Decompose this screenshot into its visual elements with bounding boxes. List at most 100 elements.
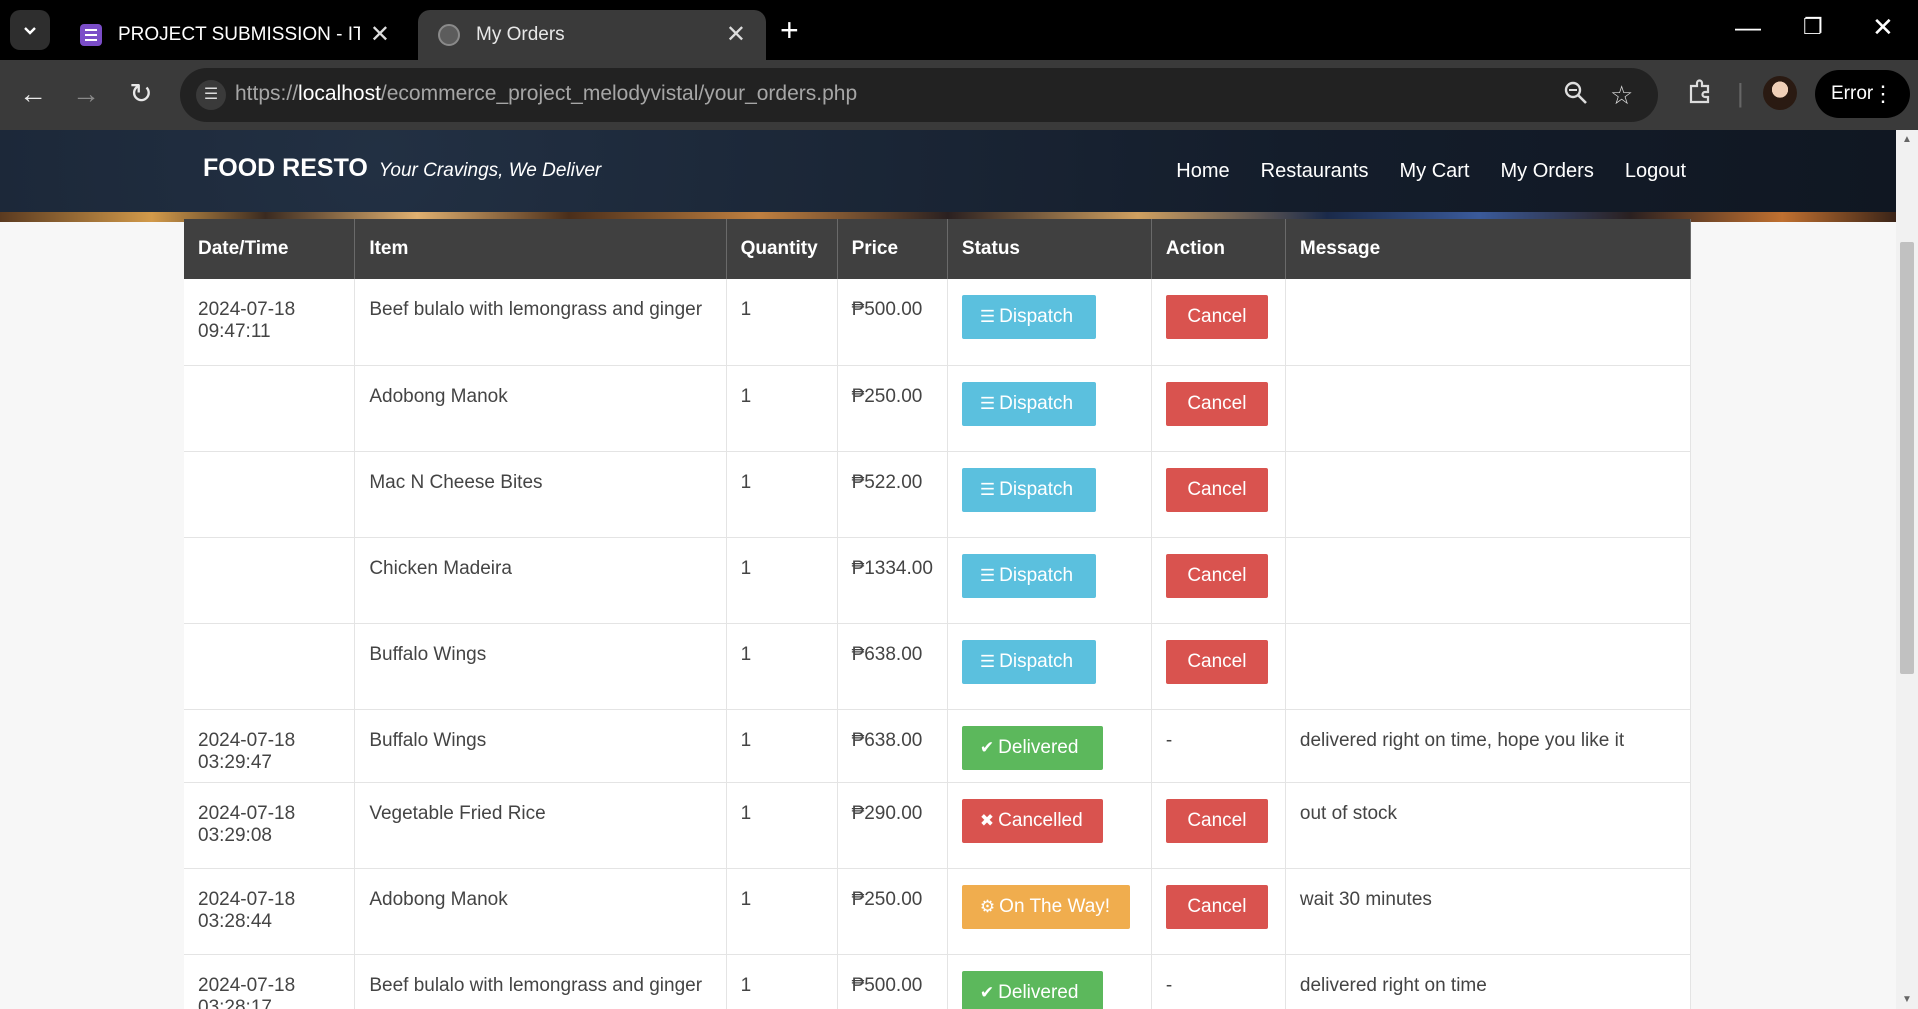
cell-action: - (1151, 709, 1286, 783)
cell-price: ₱500.00 (837, 279, 948, 366)
status-badge-on-the-way[interactable]: ⚙ On The Way! (961, 884, 1130, 929)
globe-icon (438, 24, 460, 46)
cell-action: Cancel (1151, 623, 1286, 710)
check-circle-icon: ✔ (979, 982, 995, 1002)
bars-icon: ☰ (979, 393, 996, 413)
status-badge-delivered[interactable]: ✔ Delivered (961, 725, 1103, 770)
nav-my-cart[interactable]: My Cart (1399, 160, 1469, 183)
cell-quantity: 1 (726, 868, 838, 955)
table-row: 2024-07-18 03:28:44 Adobong Manok 1 ₱250… (184, 868, 1692, 955)
cell-quantity: 1 (726, 709, 838, 783)
header-datetime: Date/Time (184, 219, 356, 279)
close-tab-icon[interactable]: ✕ (726, 23, 746, 47)
gear-icon: ⚙ (979, 896, 996, 916)
tab-search-button[interactable] (10, 10, 50, 50)
status-badge-delivered[interactable]: ✔ Delivered (961, 970, 1103, 1009)
nav-logout[interactable]: Logout (1625, 160, 1686, 183)
google-forms-icon (80, 24, 102, 46)
scroll-down-arrow-icon[interactable]: ▼ (1902, 994, 1912, 1005)
restore-icon[interactable]: ❐ (1803, 12, 1823, 42)
status-badge-dispatch[interactable]: ☰ Dispatch (961, 639, 1096, 684)
cell-price: ₱638.00 (837, 709, 948, 783)
nav-home[interactable]: Home (1176, 160, 1229, 183)
url-text[interactable]: https://localhost/ecommerce_project_melo… (235, 82, 857, 106)
tab-my-orders[interactable]: My Orders ✕ (418, 10, 766, 60)
status-badge-dispatch[interactable]: ☰ Dispatch (961, 467, 1096, 512)
cell-status: ☰ Dispatch (947, 279, 1152, 366)
cell-message: delivered right on time, hope you like i… (1285, 709, 1692, 783)
forward-arrow-icon[interactable]: → (68, 76, 104, 112)
cell-quantity: 1 (726, 623, 838, 710)
page-scrollbar[interactable]: ▲ ▼ (1896, 130, 1918, 1009)
browser-toolbar: ← → ↻ ☰ https://localhost/ecommerce_proj… (0, 60, 1918, 130)
cell-status: ✔ Delivered (947, 709, 1152, 783)
cell-message: delivered right on time (1285, 954, 1692, 1009)
close-window-icon[interactable]: ✕ (1872, 12, 1894, 42)
header-quantity: Quantity (726, 219, 838, 279)
brand-tagline: Your Cravings, We Deliver (378, 160, 602, 181)
site-navbar: FOOD RESTO Your Cravings, We Deliver Hom… (0, 130, 1896, 212)
table-row: 2024-07-18 03:28:17 Beef bulalo with lem… (184, 954, 1692, 1009)
brand-logo[interactable]: FOOD RESTO Your Cravings, We Deliver (203, 154, 601, 183)
status-badge-cancelled[interactable]: ✖ Cancelled (961, 798, 1103, 843)
header-message: Message (1285, 219, 1692, 279)
back-arrow-icon[interactable]: ← (15, 76, 51, 112)
bars-icon: ☰ (979, 307, 996, 326)
table-header-row: Date/Time Item Quantity Price Status Act… (184, 219, 1692, 279)
table-row: Chicken Madeira 1 ₱1334.00 ☰ Dispatch Can… (184, 537, 1692, 624)
status-badge-dispatch[interactable]: ☰ Dispatch (961, 381, 1096, 426)
reload-icon[interactable]: ↻ (123, 76, 159, 112)
profile-error-button[interactable]: Error ⋮ (1815, 70, 1910, 118)
status-badge-dispatch[interactable]: ☰ Dispatch (961, 553, 1096, 598)
table-row: Buffalo Wings 1 ₱638.00 ☰ Dispatch Cancel (184, 623, 1692, 710)
new-tab-button[interactable]: + (780, 14, 799, 46)
cancel-button[interactable]: Cancel (1165, 798, 1268, 843)
header-item: Item (354, 219, 727, 279)
zoom-icon[interactable] (1563, 80, 1589, 112)
extensions-icon[interactable] (1686, 78, 1714, 112)
cancel-button[interactable]: Cancel (1165, 295, 1268, 339)
site-nav-links: Home Restaurants My Cart My Orders Logou… (1176, 160, 1686, 183)
cell-message (1285, 537, 1692, 624)
cell-price: ₱250.00 (837, 365, 948, 452)
minimize-icon[interactable]: — (1735, 12, 1761, 42)
cell-datetime (184, 365, 356, 452)
chevron-down-icon (24, 27, 36, 35)
cancel-button[interactable]: Cancel (1165, 553, 1268, 598)
menu-dots-icon[interactable]: ⋮ (1872, 70, 1894, 118)
table-row: Adobong Manok 1 ₱250.00 ☰ Dispatch Cancel (184, 365, 1692, 452)
status-badge-dispatch[interactable]: ☰ Dispatch (961, 295, 1096, 339)
cell-message: out of stock (1285, 782, 1692, 869)
cancel-button[interactable]: Cancel (1165, 381, 1268, 426)
close-tab-icon[interactable]: ✕ (370, 23, 390, 47)
cancel-button[interactable]: Cancel (1165, 639, 1268, 684)
cell-status: ✖ Cancelled (947, 782, 1152, 869)
cell-item: Beef bulalo with lemongrass and ginger (354, 279, 727, 366)
cell-item: Mac N Cheese Bites (354, 451, 727, 538)
address-bar[interactable]: ☰ https://localhost/ecommerce_project_me… (180, 68, 1658, 122)
cancel-button[interactable]: Cancel (1165, 884, 1268, 929)
cell-item: Buffalo Wings (354, 709, 727, 783)
scrollbar-thumb[interactable] (1900, 242, 1914, 674)
header-price: Price (837, 219, 948, 279)
profile-avatar[interactable] (1763, 76, 1797, 110)
cell-datetime (184, 451, 356, 538)
site-info-icon[interactable]: ☰ (196, 80, 226, 110)
bookmark-star-icon[interactable]: ☆ (1610, 80, 1633, 110)
cell-datetime: 2024-07-18 03:28:17 (184, 954, 356, 1009)
cell-action: Cancel (1151, 782, 1286, 869)
table-row: 2024-07-18 03:29:47 Buffalo Wings 1 ₱638… (184, 709, 1692, 783)
header-status: Status (947, 219, 1152, 279)
scroll-up-arrow-icon[interactable]: ▲ (1902, 134, 1912, 145)
cell-quantity: 1 (726, 365, 838, 452)
cell-quantity: 1 (726, 537, 838, 624)
tab-project-submission[interactable]: PROJECT SUBMISSION - IT 107 ✕ (60, 10, 410, 60)
cell-item: Vegetable Fried Rice (354, 782, 727, 869)
nav-restaurants[interactable]: Restaurants (1261, 160, 1369, 183)
cancel-button[interactable]: Cancel (1165, 467, 1268, 512)
nav-my-orders[interactable]: My Orders (1500, 160, 1593, 183)
cell-status: ☰ Dispatch (947, 365, 1152, 452)
cell-item: Buffalo Wings (354, 623, 727, 710)
cell-datetime (184, 537, 356, 624)
cell-price: ₱250.00 (837, 868, 948, 955)
